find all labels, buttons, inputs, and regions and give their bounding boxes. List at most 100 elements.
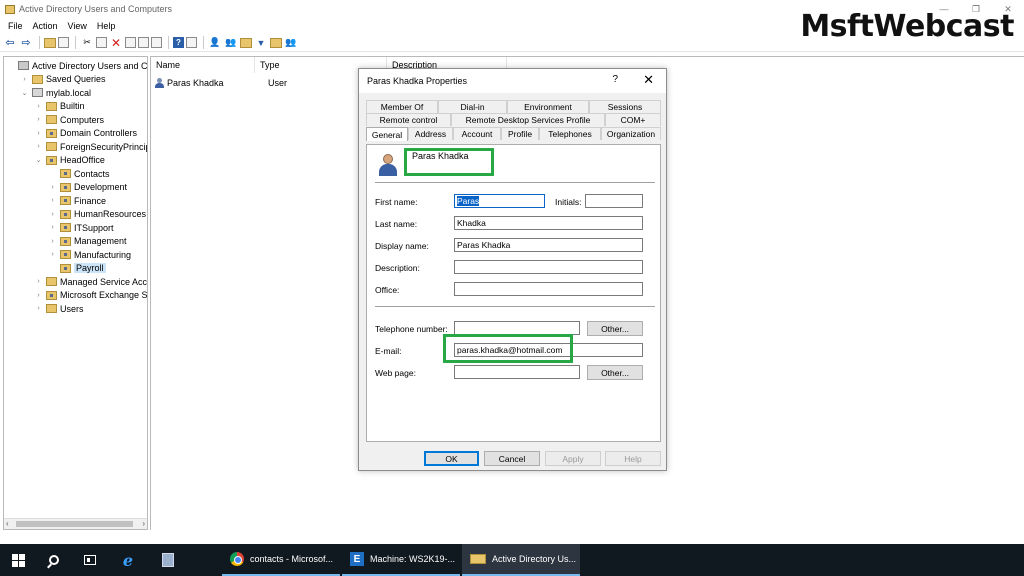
tab-com-plus[interactable]: COM+	[605, 113, 661, 126]
action-pane-icon[interactable]	[186, 37, 197, 48]
tab-organization[interactable]: Organization	[601, 127, 661, 140]
tree-item[interactable]: › ITSupport	[48, 221, 113, 234]
tab-dial-in[interactable]: Dial-in	[438, 100, 507, 113]
description-field[interactable]	[454, 260, 643, 274]
menu-file[interactable]: File	[3, 21, 28, 31]
tab-environment[interactable]: Environment	[507, 100, 589, 113]
apply-button[interactable]: Apply	[545, 451, 601, 466]
other-telephone-button[interactable]: Other...	[587, 321, 643, 336]
back-arrow-icon[interactable]: ⇦	[3, 36, 17, 50]
tree-item[interactable]: › Manufacturing	[48, 248, 131, 261]
filter-icon[interactable]: ▼	[254, 36, 268, 50]
chevron-right-icon[interactable]: ›	[34, 305, 43, 312]
chevron-right-icon[interactable]: ›	[34, 116, 43, 123]
dialog-close-button[interactable]: ✕	[643, 72, 654, 88]
column-header-name[interactable]: Name	[151, 57, 255, 73]
chevron-down-icon[interactable]: ⌄	[34, 156, 43, 164]
chevron-right-icon[interactable]: ›	[34, 292, 43, 299]
taskbar-exchange-window[interactable]: E Machine: WS2K19-...	[342, 544, 460, 576]
new-ou-icon[interactable]	[240, 37, 252, 48]
chevron-right-icon[interactable]: ›	[20, 76, 29, 83]
chevron-down-icon[interactable]: ⌄	[20, 89, 29, 97]
tree-item[interactable]: › ForeignSecurityPrincipals	[34, 140, 147, 153]
tree-item[interactable]: Payroll	[48, 262, 106, 275]
tree-item[interactable]: › HumanResources	[48, 208, 146, 221]
first-name-field[interactable]: Paras	[454, 194, 545, 208]
add-to-group-icon[interactable]: 👥	[284, 36, 298, 50]
tree-item[interactable]: › Domain Controllers	[34, 127, 137, 140]
initials-field[interactable]	[585, 194, 643, 208]
tree-item[interactable]: ⌄ mylab.local	[20, 86, 91, 99]
tree-item[interactable]: › Saved Queries	[20, 73, 105, 86]
tab-telephones[interactable]: Telephones	[539, 127, 601, 140]
scroll-right-icon[interactable]: ›	[142, 519, 145, 528]
taskbar-chrome-window[interactable]: contacts - Microsof...	[222, 544, 340, 576]
refresh-icon[interactable]	[138, 37, 149, 48]
tab-member-of[interactable]: Member Of	[366, 100, 438, 113]
help-button[interactable]: Help	[605, 451, 661, 466]
scroll-left-icon[interactable]: ‹	[6, 519, 9, 528]
menu-action[interactable]: Action	[28, 21, 63, 31]
tab-sessions[interactable]: Sessions	[589, 100, 661, 113]
server-manager-button[interactable]	[148, 544, 188, 576]
tree-item[interactable]: Contacts	[48, 167, 110, 180]
new-user-icon[interactable]: 👤	[208, 36, 222, 50]
scrollbar-thumb[interactable]	[16, 521, 133, 527]
chevron-right-icon[interactable]: ›	[34, 130, 43, 137]
tree-item[interactable]: › Managed Service Accour	[34, 275, 147, 288]
chevron-right-icon[interactable]: ›	[34, 278, 43, 285]
internet-explorer-button[interactable]: e	[108, 544, 148, 576]
other-web-page-button[interactable]: Other...	[587, 365, 643, 380]
menu-view[interactable]: View	[63, 21, 92, 31]
new-group-icon[interactable]: 👥	[224, 36, 238, 50]
chevron-right-icon[interactable]: ›	[48, 197, 57, 204]
search-button[interactable]	[36, 544, 72, 576]
console-tree-icon[interactable]	[58, 37, 69, 48]
tree-horizontal-scrollbar[interactable]: ‹ ›	[4, 518, 147, 529]
tree-item[interactable]: › Computers	[34, 113, 104, 126]
tree-item[interactable]: ⌄ HeadOffice	[34, 154, 105, 167]
tab-remote-desktop-services-profile[interactable]: Remote Desktop Services Profile	[451, 113, 605, 126]
telephone-field[interactable]	[454, 321, 580, 335]
taskbar-ad-window[interactable]: Active Directory Us...	[462, 544, 580, 576]
console-tree[interactable]: Active Directory Users and Com › Saved Que…	[3, 56, 148, 530]
tab-account[interactable]: Account	[453, 127, 501, 140]
chevron-right-icon[interactable]: ›	[34, 103, 43, 110]
tree-item[interactable]: › Finance	[48, 194, 106, 207]
dialog-help-button[interactable]: ?	[612, 74, 618, 85]
tree-item[interactable]: › Microsoft Exchange Secu	[34, 289, 147, 302]
last-name-field[interactable]: Khadka	[454, 216, 643, 230]
office-field[interactable]	[454, 282, 643, 296]
tree-item[interactable]: › Users	[34, 302, 83, 315]
tab-address[interactable]: Address	[408, 127, 453, 140]
copy-icon[interactable]	[96, 37, 107, 48]
chevron-right-icon[interactable]: ›	[48, 251, 57, 258]
web-page-field[interactable]	[454, 365, 580, 379]
tab-remote-control[interactable]: Remote control	[366, 113, 451, 126]
tree-item[interactable]: › Builtin	[34, 100, 84, 113]
tree-item[interactable]: Active Directory Users and Com	[6, 59, 147, 72]
menu-help[interactable]: Help	[92, 21, 121, 31]
chevron-right-icon[interactable]: ›	[48, 184, 57, 191]
export-list-icon[interactable]	[151, 37, 162, 48]
tab-general[interactable]: General	[366, 127, 408, 141]
cancel-button[interactable]: Cancel	[484, 451, 540, 466]
list-item[interactable]: Paras Khadka User	[155, 76, 287, 90]
delete-icon[interactable]: ✕	[109, 36, 123, 50]
chevron-right-icon[interactable]: ›	[48, 211, 57, 218]
chevron-right-icon[interactable]: ›	[34, 143, 43, 150]
ok-button[interactable]: OK	[424, 451, 479, 466]
tree-item[interactable]: › Management	[48, 235, 126, 248]
help-icon[interactable]: ?	[173, 37, 184, 48]
task-view-button[interactable]	[72, 544, 108, 576]
cut-icon[interactable]: ✂	[80, 36, 94, 50]
tree-item[interactable]: › Development	[48, 181, 127, 194]
tab-profile[interactable]: Profile	[501, 127, 539, 140]
chevron-right-icon[interactable]: ›	[48, 224, 57, 231]
start-button[interactable]	[0, 544, 36, 576]
properties-icon[interactable]	[125, 37, 136, 48]
forward-arrow-icon[interactable]: ⇨	[19, 36, 33, 50]
display-name-field[interactable]: Paras Khadka	[454, 238, 643, 252]
find-icon[interactable]	[270, 37, 282, 48]
up-folder-icon[interactable]	[44, 37, 56, 48]
